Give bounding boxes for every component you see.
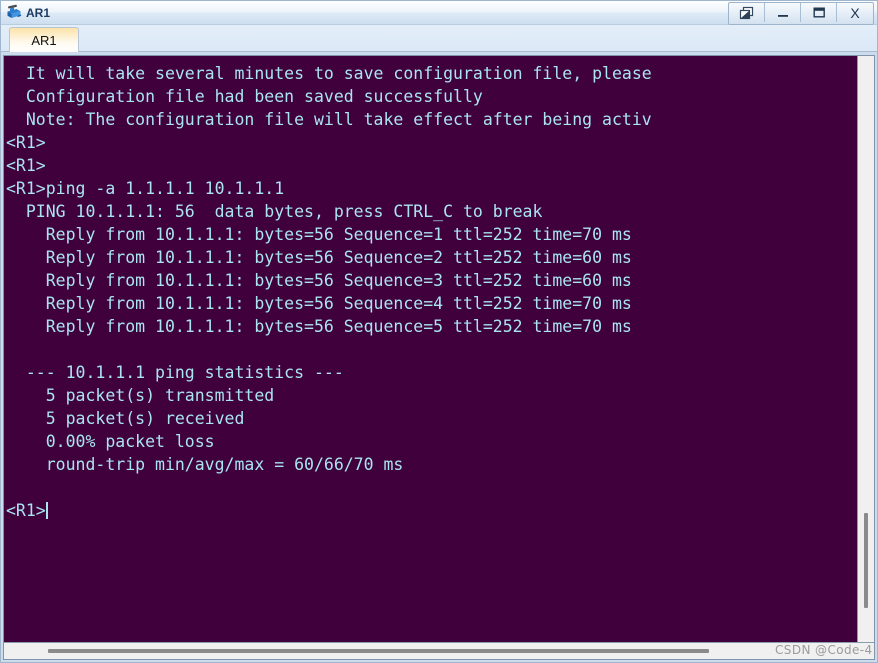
horizontal-scrollbar-thumb[interactable]: [47, 649, 709, 653]
terminal-line: 0.00% packet loss: [6, 432, 215, 451]
terminal-prompt-line: <R1>: [6, 499, 857, 522]
terminal-line: Note: The configuration file will take e…: [6, 110, 652, 129]
tab-ar1[interactable]: AR1: [9, 27, 79, 52]
terminal-line: round-trip min/avg/max = 60/66/70 ms: [6, 455, 404, 474]
title-bar: AR1 X: [1, 1, 877, 25]
vertical-scrollbar-thumb[interactable]: [864, 513, 868, 609]
terminal-line: --- 10.1.1.1 ping statistics ---: [6, 363, 344, 382]
maximize-button[interactable]: [801, 3, 837, 22]
terminal-line: <R1>: [6, 133, 46, 152]
terminal-line: Configuration file had been saved succes…: [6, 87, 483, 106]
terminal-line: <R1>: [6, 156, 46, 175]
terminal-line: <R1>ping -a 1.1.1.1 10.1.1.1: [6, 179, 285, 198]
vertical-scrollbar[interactable]: [857, 56, 874, 642]
tab-label: AR1: [31, 32, 57, 48]
terminal-line: 5 packet(s) transmitted: [6, 386, 275, 405]
terminal-line: 5 packet(s) received: [6, 409, 245, 428]
restore-windows-button[interactable]: [729, 3, 765, 22]
terminal-frame: It will take several minutes to save con…: [3, 55, 875, 660]
router-icon: [5, 4, 23, 22]
terminal-body: It will take several minutes to save con…: [4, 56, 874, 642]
terminal-line: PING 10.1.1.1: 56 data bytes, press CTRL…: [6, 202, 543, 221]
terminal-line: Reply from 10.1.1.1: bytes=56 Sequence=4…: [6, 294, 632, 313]
cascade-windows-icon: [739, 6, 755, 20]
terminal-output[interactable]: It will take several minutes to save con…: [4, 56, 857, 642]
close-icon: X: [850, 4, 860, 21]
terminal-window: AR1 X AR1 It will take several minutes t…: [0, 0, 878, 663]
horizontal-scrollbar[interactable]: [4, 642, 874, 659]
terminal-line: Reply from 10.1.1.1: bytes=56 Sequence=2…: [6, 248, 632, 267]
window-controls: X: [728, 2, 874, 25]
text-cursor: [45, 502, 48, 519]
window-title: AR1: [26, 5, 51, 20]
terminal-prompt: <R1>: [6, 501, 46, 520]
maximize-icon: [811, 6, 827, 19]
tab-strip: AR1: [1, 25, 877, 52]
terminal-line: Reply from 10.1.1.1: bytes=56 Sequence=1…: [6, 225, 632, 244]
terminal-line: Reply from 10.1.1.1: bytes=56 Sequence=3…: [6, 271, 632, 290]
terminal-line: It will take several minutes to save con…: [6, 64, 652, 83]
minimize-button[interactable]: [765, 3, 801, 22]
terminal-container: It will take several minutes to save con…: [1, 52, 877, 662]
minimize-icon: [775, 7, 791, 19]
terminal-line: Reply from 10.1.1.1: bytes=56 Sequence=5…: [6, 317, 632, 336]
close-button[interactable]: X: [837, 3, 873, 22]
